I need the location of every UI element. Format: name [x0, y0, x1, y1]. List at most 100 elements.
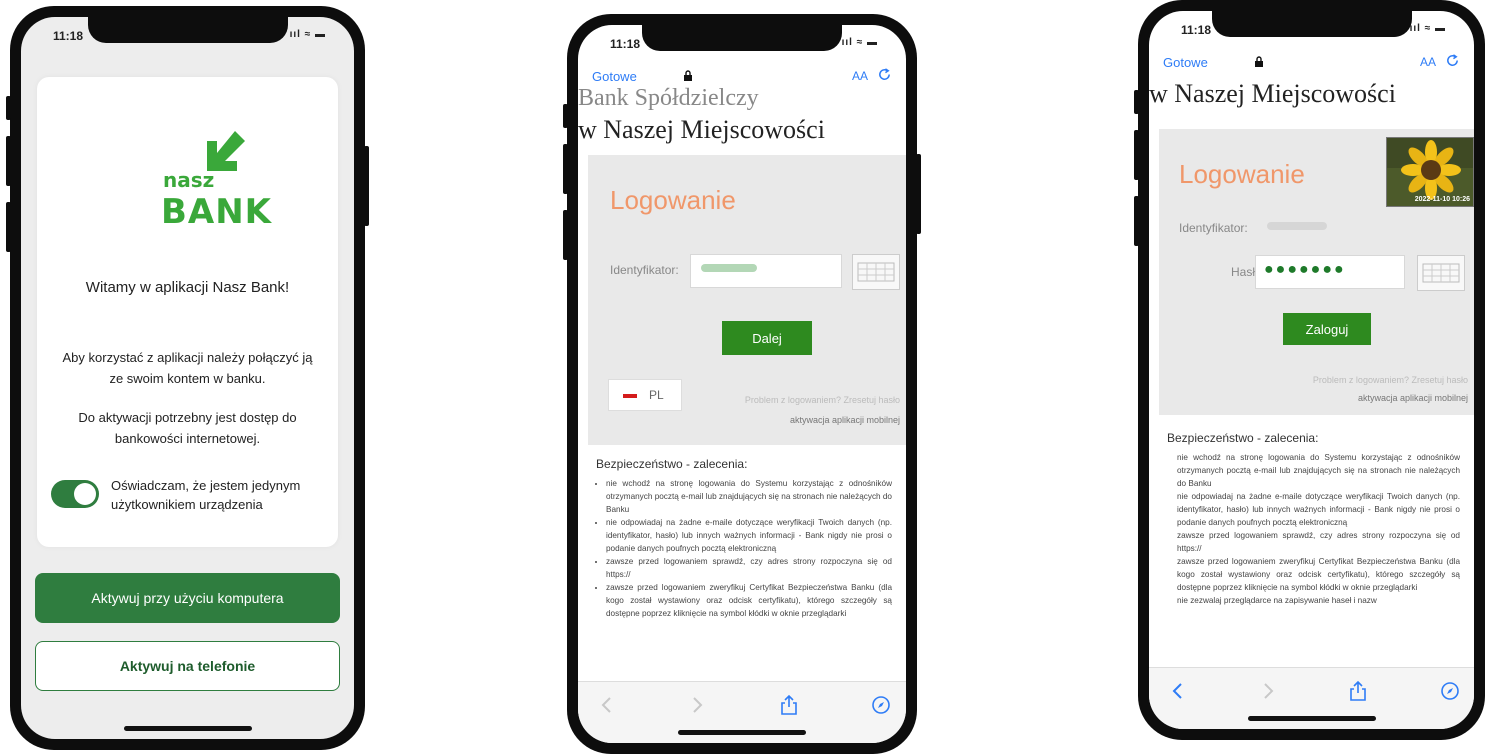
password-dots: ●●●●●●●	[1264, 261, 1346, 278]
share-icon[interactable]	[778, 694, 800, 716]
virtual-keyboard-icon[interactable]	[1417, 255, 1465, 291]
identifier-blurred-value	[701, 264, 757, 272]
bank-name: w Naszej Miejscowości	[578, 115, 825, 144]
security-item: zawsze przed logowaniem sprawdź, czy adr…	[606, 555, 892, 581]
mobile-activation-link[interactable]: aktywacja aplikacji mobilnej	[1358, 393, 1468, 403]
home-indicator	[678, 730, 806, 735]
next-button[interactable]: Dalej	[722, 321, 812, 355]
phone-browser-password: 11:18 ııl ≈ ▬ Gotowe AA w Naszej Miejsco…	[1134, 0, 1485, 740]
screen: 11:18 ııl ≈ ▬ Gotowe AA w Naszej Miejsco…	[1149, 11, 1474, 729]
sole-user-toggle[interactable]	[51, 480, 99, 508]
lock-icon	[1255, 56, 1263, 67]
share-icon[interactable]	[1347, 680, 1369, 702]
home-indicator	[123, 726, 252, 731]
compass-icon[interactable]	[870, 694, 892, 716]
power-button	[916, 154, 921, 234]
done-button[interactable]: Gotowe	[1163, 55, 1208, 70]
reload-icon[interactable]	[1445, 53, 1460, 68]
done-button[interactable]: Gotowe	[592, 69, 637, 84]
statement-row: Oświadczam, że jestem jedynym użytkownik…	[51, 472, 328, 516]
photo-date: 2022-11-10 10:26	[1414, 196, 1470, 203]
volume-up-button	[1134, 130, 1139, 180]
identifier-input[interactable]	[690, 254, 842, 288]
activate-computer-button[interactable]: Aktywuj przy użyciu komputera	[35, 573, 340, 623]
volume-up-button	[563, 144, 568, 194]
lock-icon	[684, 70, 692, 81]
security-item: zawsze przed logowaniem zweryfikuj Certy…	[1177, 555, 1460, 594]
status-time: 11:18	[53, 29, 84, 43]
logo-big-text: BANK	[161, 192, 273, 232]
security-list: nie wchodź na stronę logowania do System…	[1177, 451, 1460, 651]
back-icon[interactable]	[1167, 680, 1189, 702]
volume-up-button	[6, 136, 11, 186]
welcome-heading: Witamy w aplikacji Nasz Bank!	[85, 279, 290, 296]
info-connect: Aby korzystać z aplikacji należy połączy…	[62, 350, 313, 386]
notch	[87, 17, 288, 43]
info-requirement: Do aktywacji potrzebny jest dostęp do ba…	[78, 410, 297, 446]
status-signal-icon: ııl ≈ ▬	[289, 29, 326, 40]
password-input[interactable]: ●●●●●●●	[1255, 255, 1405, 289]
side-button	[6, 96, 11, 120]
security-title: Bezpieczeństwo - zalecenia:	[1167, 431, 1319, 445]
text-size-button[interactable]: AA	[1420, 55, 1436, 69]
login-button[interactable]: Zaloguj	[1283, 313, 1371, 345]
bank-name: w Naszej Miejscowości	[1149, 79, 1396, 108]
toggle-knob	[74, 483, 96, 505]
virtual-keyboard-icon[interactable]	[852, 254, 900, 290]
language-select[interactable]: PL	[608, 379, 682, 411]
screen: 11:18 ııl ≈ ▬ nasz BANK Witamy w aplikac…	[21, 17, 354, 739]
security-item: nie zezwalaj przeglądarce na zapisywanie…	[1177, 594, 1460, 607]
status-signal-icon: ııl ≈ ▬	[1409, 23, 1446, 34]
forward-icon[interactable]	[1257, 680, 1279, 702]
problem-login-link[interactable]: Problem z logowaniem? Zresetuj hasło	[745, 395, 900, 405]
notch	[1211, 11, 1412, 37]
security-item: zawsze przed logowaniem sprawdź, czy adr…	[1177, 529, 1460, 555]
volume-down-button	[1134, 196, 1139, 246]
status-signal-icon: ııl ≈ ▬	[841, 37, 878, 48]
security-item: nie wchodź na stronę logowania do System…	[1177, 451, 1460, 490]
security-item: zawsze przed logowaniem zweryfikuj Certy…	[606, 581, 892, 620]
compass-icon[interactable]	[1439, 680, 1461, 702]
welcome-card: nasz BANK Witamy w aplikacji Nasz Bank! …	[37, 77, 338, 547]
logo-small-text: nasz	[163, 168, 214, 192]
login-panel: 2022-11-10 10:26 Logowanie Identyfikator…	[1159, 129, 1474, 415]
mobile-activation-link[interactable]: aktywacja aplikacji mobilnej	[790, 415, 900, 425]
phone-browser-identifier: 11:18 ııl ≈ ▬ Gotowe AA Bank Spółdzielcz…	[563, 14, 921, 754]
security-item: nie odpowiadaj na żadne e-maile dotycząc…	[1177, 490, 1460, 529]
activate-phone-button[interactable]: Aktywuj na telefonie	[35, 641, 340, 691]
text-size-button[interactable]: AA	[852, 69, 868, 83]
power-button	[364, 146, 369, 226]
back-icon[interactable]	[596, 694, 618, 716]
phone-activation: 11:18 ııl ≈ ▬ nasz BANK Witamy w aplikac…	[6, 6, 369, 750]
security-title: Bezpieczeństwo - zalecenia:	[596, 457, 748, 471]
login-title: Logowanie	[610, 185, 736, 215]
side-button	[1134, 90, 1139, 114]
security-item: nie wchodź na stronę logowania do System…	[606, 477, 892, 516]
identifier-label: Identyfikator:	[1179, 221, 1248, 235]
screen: 11:18 ııl ≈ ▬ Gotowe AA Bank Spółdzielcz…	[578, 25, 906, 743]
reload-icon[interactable]	[877, 67, 892, 82]
home-indicator	[1247, 716, 1376, 721]
arrow-icon: nasz BANK	[161, 131, 273, 232]
browser-bar: Gotowe AA	[578, 61, 906, 91]
pl-flag-icon	[623, 394, 637, 398]
status-time: 11:18	[610, 37, 641, 51]
security-image: 2022-11-10 10:26	[1386, 137, 1474, 207]
volume-down-button	[6, 202, 11, 252]
security-item: nie odpowiadaj na żadne e-maile dotycząc…	[606, 516, 892, 555]
status-time: 11:18	[1181, 23, 1212, 37]
security-list: nie wchodź na stronę logowania do System…	[606, 477, 892, 620]
identifier-masked-value	[1267, 222, 1327, 230]
login-title: Logowanie	[1179, 159, 1305, 189]
login-panel: Logowanie Identyfikator: Dalej PL Proble…	[588, 155, 906, 445]
language-code: PL	[649, 388, 664, 402]
nasz-bank-logo: nasz BANK	[37, 125, 338, 235]
notch	[642, 25, 842, 51]
browser-bar: Gotowe AA	[1149, 47, 1474, 77]
side-button	[563, 104, 568, 128]
forward-icon[interactable]	[686, 694, 708, 716]
toggle-label: Oświadczam, że jestem jedynym użytkownik…	[111, 478, 301, 512]
identifier-label: Identyfikator:	[610, 263, 679, 277]
problem-login-link[interactable]: Problem z logowaniem? Zresetuj hasło	[1313, 375, 1468, 385]
volume-down-button	[563, 210, 568, 260]
